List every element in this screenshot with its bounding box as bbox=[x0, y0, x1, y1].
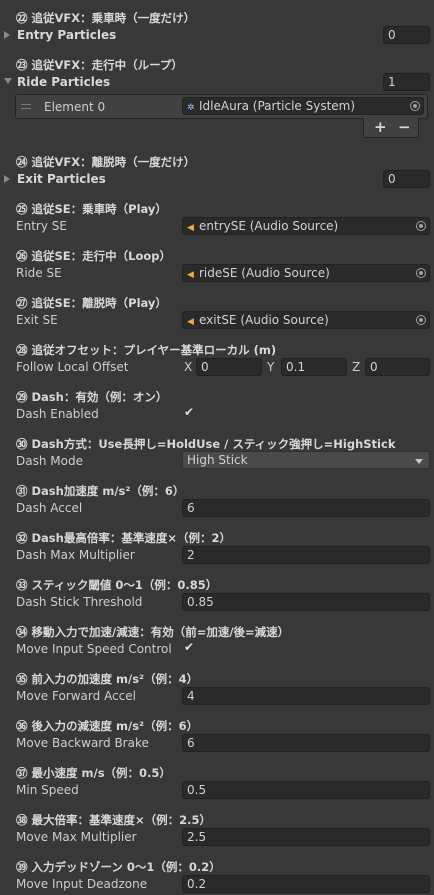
min-speed-label: Min Speed bbox=[16, 783, 79, 797]
move-input-deadzone-field[interactable]: 0.2 bbox=[182, 875, 430, 893]
element-0-object-field[interactable]: ✲ IdleAura (Particle System) bbox=[182, 97, 424, 115]
move-input-speed-control-checkbox[interactable]: ✔ bbox=[182, 640, 196, 654]
exit-se-value: exitSE (Audio Source) bbox=[199, 313, 329, 327]
move-backward-brake-field[interactable]: 6 bbox=[182, 734, 430, 752]
section-header-26: ㉖ 追従SE：走行中（Loop） bbox=[16, 249, 172, 263]
entry-se-object-field[interactable]: ◀ entrySE (Audio Source) bbox=[182, 217, 430, 235]
move-input-deadzone-label: Move Input Deadzone bbox=[16, 877, 148, 891]
section-header-36: ㊱ 後入力の減速度 m/s²（例：6） bbox=[16, 719, 199, 733]
exit-se-label: Exit SE bbox=[16, 313, 58, 327]
dash-mode-value: High Stick bbox=[187, 453, 248, 467]
exit-particles-size-field[interactable]: 0 bbox=[383, 170, 430, 188]
move-max-multiplier-label: Move Max Multiplier bbox=[16, 830, 137, 844]
move-forward-accel-field[interactable]: 4 bbox=[182, 687, 430, 705]
entry-se-label: Entry SE bbox=[16, 219, 67, 233]
entry-se-value: entrySE (Audio Source) bbox=[199, 219, 339, 233]
ride-se-value: rideSE (Audio Source) bbox=[199, 266, 330, 280]
move-input-speed-control-label: Move Input Speed Control bbox=[16, 642, 172, 656]
offset-y-field[interactable]: 0.1 bbox=[281, 358, 347, 376]
offset-x-label[interactable]: X bbox=[184, 360, 192, 374]
section-header-33: ㉝ スティック閾値 0〜1（例：0.85） bbox=[16, 578, 218, 592]
chevron-down-icon bbox=[415, 459, 423, 464]
section-header-25: ㉕ 追従SE：乗車時（Play） bbox=[16, 202, 167, 216]
entry-particles-foldout[interactable]: Entry Particles bbox=[17, 28, 116, 42]
object-picker-icon[interactable] bbox=[416, 221, 426, 231]
object-picker-icon[interactable] bbox=[416, 268, 426, 278]
ride-se-object-field[interactable]: ◀ rideSE (Audio Source) bbox=[182, 264, 430, 282]
section-header-37: ㊲ 最小速度 m/s（例：0.5） bbox=[16, 766, 171, 780]
section-header-39: ㊴ 入力デッドゾーン 0〜1（例：0.2） bbox=[16, 860, 221, 874]
section-header-23: ㉓ 追従VFX：走行中（ループ） bbox=[16, 58, 183, 72]
section-header-34: ㉞ 移動入力で加速/減速：有効（前=加速/後=減速） bbox=[16, 625, 290, 639]
dash-stick-threshold-field[interactable]: 0.85 bbox=[182, 593, 430, 611]
audio-source-icon: ◀ bbox=[187, 317, 194, 327]
object-picker-icon[interactable] bbox=[410, 101, 420, 111]
offset-x-field[interactable]: 0 bbox=[196, 358, 262, 376]
dash-enabled-label: Dash Enabled bbox=[16, 407, 99, 421]
offset-z-label[interactable]: Z bbox=[352, 360, 360, 374]
ride-se-label: Ride SE bbox=[16, 266, 62, 280]
dash-max-multiplier-field[interactable]: 2 bbox=[182, 546, 430, 564]
audio-source-icon: ◀ bbox=[187, 270, 194, 280]
list-add-remove-buttons: + − bbox=[363, 118, 419, 138]
section-header-29: ㉙ Dash：有効（例：オン） bbox=[16, 390, 168, 404]
ride-particles-foldout[interactable]: Ride Particles bbox=[17, 75, 110, 89]
foldout-arrow-icon[interactable] bbox=[4, 175, 10, 183]
move-backward-brake-label: Move Backward Brake bbox=[16, 736, 149, 750]
section-header-35: ㉟ 前入力の加速度 m/s²（例：4） bbox=[16, 672, 199, 686]
dash-mode-dropdown[interactable]: High Stick bbox=[182, 451, 430, 469]
add-element-button[interactable]: + bbox=[374, 118, 387, 136]
follow-local-offset-label: Follow Local Offset bbox=[16, 360, 129, 374]
audio-source-icon: ◀ bbox=[187, 223, 194, 233]
object-picker-icon[interactable] bbox=[416, 315, 426, 325]
drag-handle-icon[interactable] bbox=[21, 104, 31, 109]
move-max-multiplier-field[interactable]: 2.5 bbox=[182, 828, 430, 846]
section-header-24: ㉔ 追従VFX：離脱時（一度だけ） bbox=[16, 155, 196, 169]
remove-element-button[interactable]: − bbox=[398, 118, 411, 136]
dash-accel-field[interactable]: 6 bbox=[182, 499, 430, 517]
min-speed-field[interactable]: 0.5 bbox=[182, 781, 430, 799]
dash-max-multiplier-label: Dash Max Multiplier bbox=[16, 548, 135, 562]
exit-se-object-field[interactable]: ◀ exitSE (Audio Source) bbox=[182, 311, 430, 329]
dash-accel-label: Dash Accel bbox=[16, 501, 83, 515]
section-header-27: ㉗ 追従SE：離脱時（Play） bbox=[16, 296, 167, 310]
section-header-32: ㉜ Dash最高倍率：基準速度×（例：2） bbox=[16, 531, 231, 545]
ride-particles-list: Element 0 ✲ IdleAura (Particle System) bbox=[15, 94, 428, 119]
list-element-label: Element 0 bbox=[44, 100, 106, 114]
ride-particles-size-field[interactable]: 1 bbox=[383, 73, 430, 91]
foldout-arrow-open-icon[interactable] bbox=[4, 78, 12, 84]
foldout-arrow-icon[interactable] bbox=[4, 31, 10, 39]
move-forward-accel-label: Move Forward Accel bbox=[16, 689, 136, 703]
section-header-22: ㉒ 追従VFX：乗車時（一度だけ） bbox=[16, 11, 196, 25]
offset-z-field[interactable]: 0 bbox=[365, 358, 430, 376]
dash-mode-label: Dash Mode bbox=[16, 454, 83, 468]
particle-system-icon: ✲ bbox=[187, 103, 195, 113]
section-header-28: ㉘ 追従オフセット：プレイヤー基準ローカル (m) bbox=[16, 343, 277, 357]
offset-y-label[interactable]: Y bbox=[267, 360, 274, 374]
dash-enabled-checkbox[interactable]: ✔ bbox=[182, 405, 196, 419]
section-header-31: ㉛ Dash加速度 m/s²（例：6） bbox=[16, 484, 185, 498]
section-header-38: ㊳ 最大倍率：基準速度×（例：2.5） bbox=[16, 813, 212, 827]
entry-particles-size-field[interactable]: 0 bbox=[383, 26, 430, 44]
section-header-30: ㉚ Dash方式：Use長押し=HoldUse / スティック強押し=HighS… bbox=[16, 437, 396, 451]
element-0-value: IdleAura (Particle System) bbox=[199, 99, 356, 113]
exit-particles-foldout[interactable]: Exit Particles bbox=[17, 172, 106, 186]
dash-stick-threshold-label: Dash Stick Threshold bbox=[16, 595, 143, 609]
